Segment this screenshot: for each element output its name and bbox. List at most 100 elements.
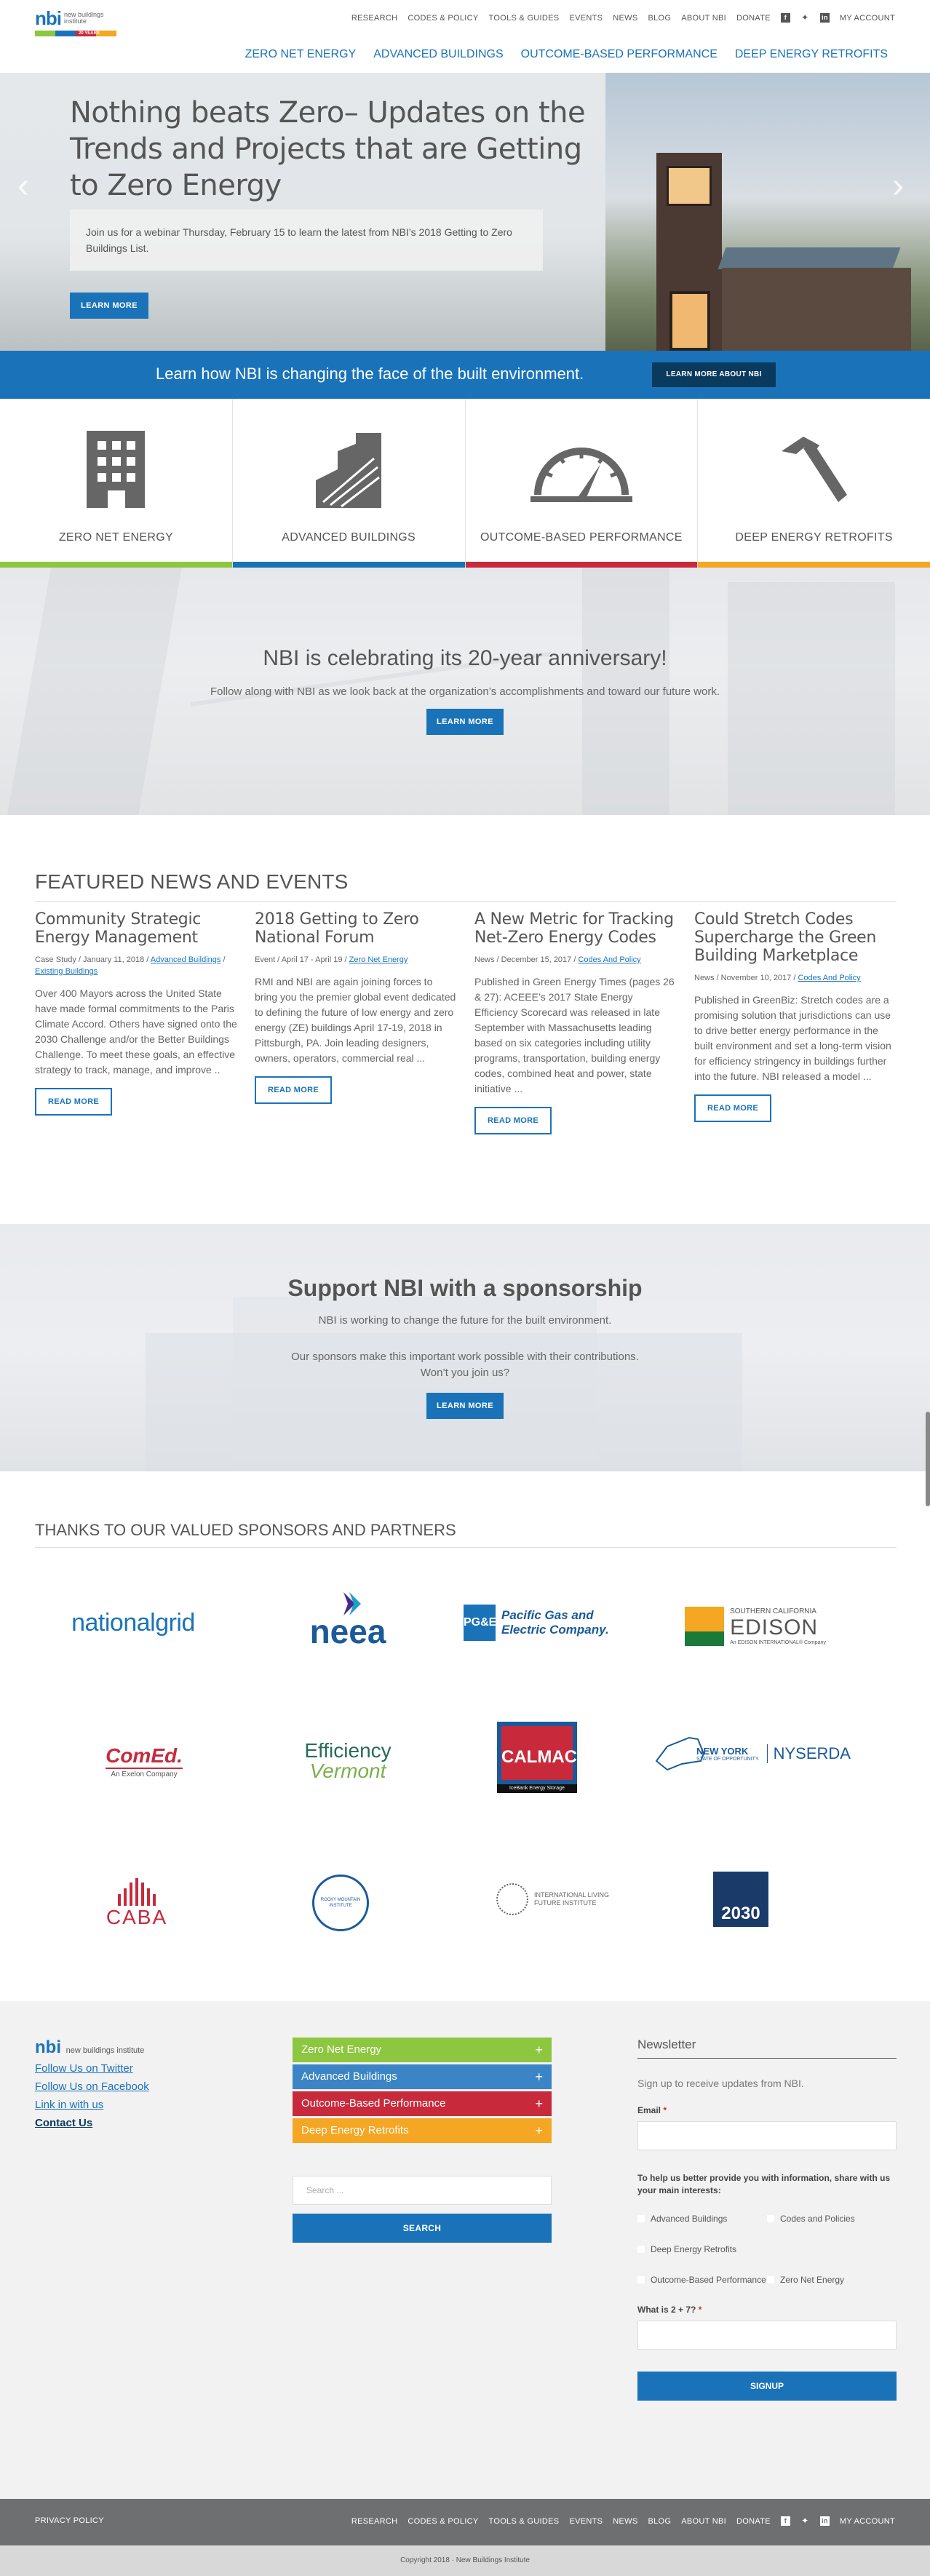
- news-meta: News / December 15, 2017 / Codes And Pol…: [474, 955, 641, 964]
- nav-events[interactable]: EVENTS: [569, 14, 603, 23]
- footer-nav-about[interactable]: ABOUT NBI: [681, 2517, 726, 2526]
- facebook-icon[interactable]: f: [780, 2516, 790, 2526]
- efficiency-vermont-logo[interactable]: Efficiency Vermont: [275, 1732, 421, 1790]
- footer-nav-blog[interactable]: BLOG: [648, 2517, 671, 2526]
- search-button[interactable]: SEARCH: [293, 2214, 552, 2243]
- footer-nav-codes-policy[interactable]: CODES & POLICY: [408, 2517, 478, 2526]
- category-label: ZERO NET ENERGY: [58, 531, 173, 544]
- architecture-2030-logo[interactable]: 2030: [712, 1870, 770, 1928]
- news-title[interactable]: Community Strategic Energy Management: [35, 910, 237, 947]
- news-title[interactable]: A New Metric for Tracking Net-Zero Energ…: [474, 910, 677, 947]
- news-tag-link[interactable]: Zero Net Energy: [349, 955, 408, 964]
- main-nav-advanced-buildings[interactable]: ADVANCED BUILDINGS: [373, 48, 503, 61]
- calmac-logo[interactable]: CALMAC IceBank Energy Storage: [493, 1717, 581, 1797]
- utility-nav: RESEARCH CODES & POLICY TOOLS & GUIDES E…: [351, 13, 895, 23]
- category-outcome-based-performance[interactable]: OUTCOME-BASED PERFORMANCE: [465, 399, 699, 568]
- twitter-icon[interactable]: ✦: [800, 2516, 810, 2526]
- rmi-logo[interactable]: ROCKY MOUNTAIN INSTITUTE: [304, 1870, 377, 1936]
- interest-codes-policies[interactable]: Codes and Policies: [767, 2213, 897, 2225]
- footer-nav-news[interactable]: NEWS: [613, 2517, 637, 2526]
- interest-deep-retrofits[interactable]: Deep Energy Retrofits: [637, 2243, 767, 2255]
- gauge-icon: [530, 448, 632, 502]
- read-more-button[interactable]: READ MORE: [694, 1094, 771, 1122]
- nav-blog[interactable]: BLOG: [648, 14, 671, 23]
- slider-next-icon[interactable]: ›: [892, 166, 904, 206]
- news-tag-link[interactable]: Existing Buildings: [35, 967, 98, 976]
- anniversary-learn-more-button[interactable]: LEARN MORE: [426, 709, 504, 735]
- search-input[interactable]: Search ...: [293, 2176, 552, 2205]
- interests-checkboxes: Advanced Buildings Codes and Policies De…: [637, 2213, 897, 2305]
- read-more-button[interactable]: READ MORE: [474, 1107, 552, 1134]
- main-nav: ZERO NET ENERGY ADVANCED BUILDINGS OUTCO…: [245, 48, 888, 61]
- comed-logo[interactable]: ComEd. An Exelon Company: [64, 1732, 224, 1790]
- linkedin-link[interactable]: Link in with us: [35, 2096, 253, 2114]
- about-band: Learn how NBI is changing the face of th…: [0, 351, 930, 399]
- interest-advanced-buildings[interactable]: Advanced Buildings: [637, 2213, 767, 2225]
- signup-button[interactable]: SIGNUP: [637, 2372, 897, 2401]
- main-nav-zero-net-energy[interactable]: ZERO NET ENERGY: [245, 48, 357, 61]
- privacy-policy-link[interactable]: PRIVACY POLICY: [35, 2516, 104, 2525]
- ilfi-logo[interactable]: INTERNATIONAL LIVING FUTURE INSTITUTE: [486, 1877, 632, 1921]
- news-card: Community Strategic Energy Management Ca…: [35, 910, 237, 1134]
- slider-prev-icon[interactable]: ‹: [17, 166, 29, 206]
- footer-nav-donate[interactable]: DONATE: [736, 2517, 771, 2526]
- interest-outcome-based[interactable]: Outcome-Based Performance: [637, 2274, 767, 2286]
- footer-logo[interactable]: nbi new buildings institute: [35, 2038, 253, 2058]
- main-nav-outcome-based[interactable]: OUTCOME-BASED PERFORMANCE: [521, 48, 718, 61]
- nav-news[interactable]: NEWS: [613, 14, 637, 23]
- read-more-button[interactable]: READ MORE: [35, 1088, 112, 1116]
- scrollbar-thumb[interactable]: [926, 1412, 930, 1506]
- plus-icon: +: [535, 2043, 543, 2057]
- news-tag-link[interactable]: Codes And Policy: [798, 974, 860, 982]
- footer-nav-events[interactable]: EVENTS: [569, 2517, 603, 2526]
- email-field[interactable]: [637, 2121, 897, 2150]
- national-grid-logo[interactable]: nationalgrid: [42, 1594, 224, 1652]
- category-deep-energy-retrofits[interactable]: DEEP ENERGY RETROFITS: [698, 399, 930, 568]
- pge-logo[interactable]: PG&E Pacific Gas and Electric Company.: [457, 1594, 632, 1652]
- nav-my-account[interactable]: MY ACCOUNT: [840, 14, 895, 23]
- news-tag-link[interactable]: Codes And Policy: [578, 955, 640, 964]
- follow-facebook-link[interactable]: Follow Us on Facebook: [35, 2078, 253, 2096]
- sponsorship-learn-more-button[interactable]: LEARN MORE: [426, 1393, 504, 1419]
- facebook-icon[interactable]: f: [780, 13, 790, 23]
- nav-research[interactable]: RESEARCH: [351, 14, 398, 23]
- accordion-advanced-buildings[interactable]: Advanced Buildings +: [293, 2064, 552, 2089]
- nav-about[interactable]: ABOUT NBI: [681, 14, 726, 23]
- learn-more-about-nbi-button[interactable]: LEARN MORE ABOUT NBI: [652, 362, 776, 387]
- hero-learn-more-button[interactable]: LEARN MORE: [70, 293, 148, 319]
- sponsorship-line-2: Our sponsors make this important work po…: [291, 1351, 639, 1363]
- accordion-deep-retrofits[interactable]: Deep Energy Retrofits +: [293, 2118, 552, 2143]
- footer-nav-tools-guides[interactable]: TOOLS & GUIDES: [489, 2517, 560, 2526]
- linkedin-icon[interactable]: in: [819, 13, 830, 23]
- news-title[interactable]: 2018 Getting to Zero National Forum: [255, 910, 457, 947]
- nav-tools-guides[interactable]: TOOLS & GUIDES: [489, 14, 560, 23]
- news-excerpt: RMI and NBI are again joining forces to …: [255, 976, 456, 1064]
- nav-codes-policy[interactable]: CODES & POLICY: [408, 14, 478, 23]
- nbi-logo[interactable]: nbi new buildings institute 20 YEARS: [35, 7, 122, 36]
- twitter-icon[interactable]: ✦: [800, 13, 810, 23]
- interests-label: To help us better provide you with infor…: [637, 2173, 891, 2195]
- caba-logo[interactable]: CABA: [93, 1870, 180, 1936]
- sce-logo[interactable]: SOUTHERN CALIFORNIA EDISON An EDISON INT…: [661, 1594, 850, 1659]
- follow-twitter-link[interactable]: Follow Us on Twitter: [35, 2059, 253, 2078]
- logo-color-bars: [35, 31, 116, 36]
- read-more-button[interactable]: READ MORE: [255, 1076, 332, 1104]
- captcha-field[interactable]: [637, 2321, 897, 2350]
- linkedin-icon[interactable]: in: [819, 2516, 830, 2526]
- footer-nav-my-account[interactable]: MY ACCOUNT: [840, 2517, 895, 2526]
- accordion-zero-net-energy[interactable]: Zero Net Energy +: [293, 2038, 552, 2062]
- nyserda-logo[interactable]: NEW YORK STATE OF OPPORTUNITY. NYSERDA: [646, 1725, 857, 1783]
- footer-nav-research[interactable]: RESEARCH: [351, 2517, 398, 2526]
- news-title[interactable]: Could Stretch Codes Supercharge the Gree…: [694, 910, 897, 965]
- footer-bar: PRIVACY POLICY RESEARCH CODES & POLICY T…: [0, 2499, 930, 2545]
- category-advanced-buildings[interactable]: ADVANCED BUILDINGS: [232, 399, 466, 568]
- nav-donate[interactable]: DONATE: [736, 14, 771, 23]
- sponsorship-title: Support NBI with a sponsorship: [287, 1275, 643, 1301]
- interest-zero-net-energy[interactable]: Zero Net Energy: [767, 2274, 897, 2286]
- accordion-outcome-based[interactable]: Outcome-Based Performance +: [293, 2091, 552, 2116]
- category-zero-net-energy[interactable]: ZERO NET ENERGY: [0, 399, 233, 568]
- contact-us-link[interactable]: Contact Us: [35, 2114, 253, 2132]
- news-tag-link[interactable]: Advanced Buildings: [151, 955, 221, 964]
- neea-logo[interactable]: neea: [275, 1592, 421, 1652]
- main-nav-deep-retrofits[interactable]: DEEP ENERGY RETROFITS: [735, 48, 888, 61]
